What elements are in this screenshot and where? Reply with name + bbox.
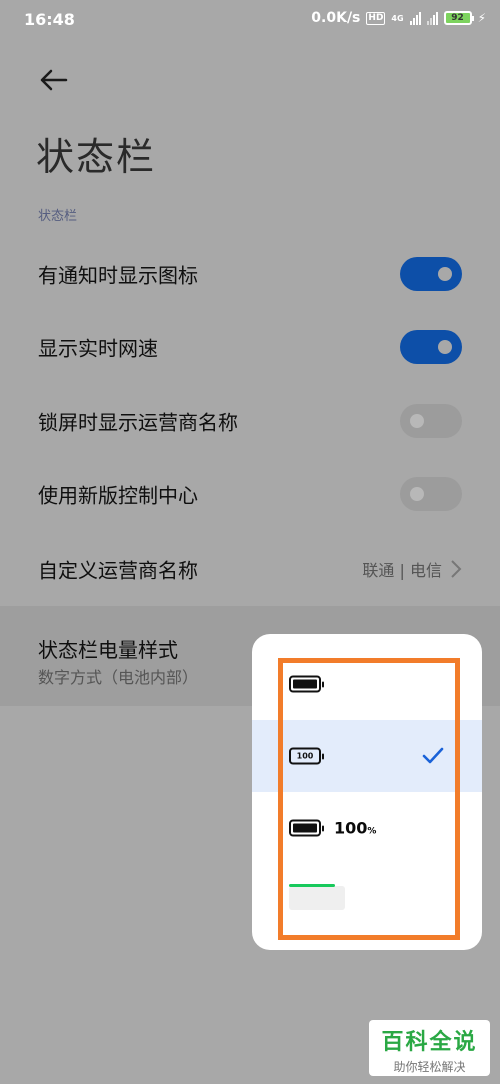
toggle-switch[interactable]: [400, 477, 462, 511]
page-title: 状态栏: [36, 135, 157, 179]
toggle-knob: [410, 487, 424, 501]
toggle-knob: [438, 267, 452, 281]
row-label: 使用新版控制中心: [38, 483, 198, 508]
row-value: 联通 | 电信: [362, 561, 442, 580]
chevron-right-icon: [450, 559, 462, 579]
hd-icon: HD: [366, 11, 386, 25]
row-new-control-center[interactable]: 使用新版控制中心: [0, 458, 500, 530]
watermark-logo: 百科全说 助你轻松解决: [369, 1020, 490, 1076]
row-lockscreen-carrier-name[interactable]: 锁屏时显示运营商名称: [0, 385, 500, 457]
net-speed: 0.0K/s: [311, 10, 361, 26]
toggle-switch[interactable]: [400, 404, 462, 438]
toggle-knob: [438, 340, 452, 354]
signal-icon-2: [426, 11, 438, 25]
status-time: 16:48: [24, 10, 75, 29]
network-type: 4G: [391, 13, 404, 23]
status-right: 0.0K/s HD 4G 92 ⚡: [311, 10, 486, 26]
status-bar: 16:48 0.0K/s HD 4G 92 ⚡: [0, 0, 500, 40]
row-label: 自定义运营商名称: [38, 558, 198, 583]
row-show-net-speed[interactable]: 显示实时网速: [0, 311, 500, 383]
row-show-notification-icons[interactable]: 有通知时显示图标: [0, 238, 500, 310]
toggle-switch[interactable]: [400, 330, 462, 364]
back-arrow-icon[interactable]: [38, 64, 70, 96]
row-subtitle: 数字方式（电池内部）: [38, 668, 199, 687]
row-custom-carrier-name[interactable]: 自定义运营商名称 联通 | 电信: [0, 533, 500, 605]
watermark-subtitle: 助你轻松解决: [393, 1060, 466, 1074]
row-label: 状态栏电量样式: [38, 638, 178, 662]
charging-icon: ⚡: [477, 11, 486, 25]
watermark-title: 百科全说: [381, 1030, 478, 1055]
toggle-knob: [410, 414, 424, 428]
battery-icon: 92: [443, 11, 474, 25]
row-label: 显示实时网速: [38, 336, 158, 361]
row-label: 有通知时显示图标: [38, 263, 198, 288]
toggle-switch[interactable]: [400, 257, 462, 291]
section-header: 状态栏: [38, 209, 78, 224]
row-label: 锁屏时显示运营商名称: [38, 410, 238, 435]
annotation-highlight-box: [278, 658, 460, 940]
signal-icon: [409, 11, 421, 25]
